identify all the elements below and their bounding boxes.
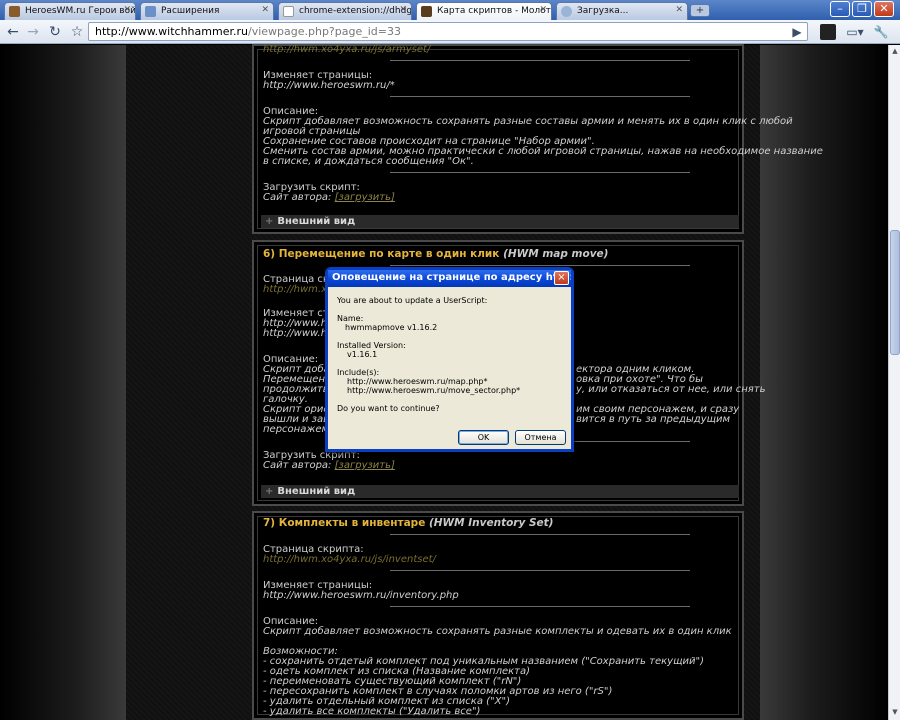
puzzle-icon bbox=[145, 6, 156, 17]
page-icon bbox=[283, 6, 294, 17]
name-value: hwmmapmove v1.16.2 bbox=[345, 323, 438, 332]
divider bbox=[390, 570, 690, 571]
divider bbox=[390, 265, 690, 266]
description-line: у, или отказаться от нее, или снять bbox=[576, 384, 766, 395]
go-arrow-icon[interactable]: ▶ bbox=[790, 23, 804, 41]
address-bar[interactable]: http://www.witchhammer.ru/viewpage.php?p… bbox=[88, 22, 808, 41]
tab-script-map[interactable]: Карта скриптов - Молот ... ✕ bbox=[416, 2, 552, 21]
heroeswm-favicon-icon bbox=[9, 6, 20, 17]
maximize-icon[interactable]: ❐ bbox=[852, 1, 872, 17]
new-tab-button[interactable]: + bbox=[690, 4, 710, 17]
modifies-url: http://www.heroeswm.ru/inventory.php bbox=[263, 590, 459, 601]
ok-button[interactable]: OK bbox=[458, 430, 509, 445]
expand-plus-icon: + bbox=[265, 486, 274, 497]
author-site-label: Сайт автора: bbox=[263, 460, 332, 471]
scroll-down-icon[interactable]: ▼ bbox=[890, 707, 900, 717]
appearance-toggle[interactable]: + Внешний вид bbox=[261, 215, 739, 228]
script-title: 7) Комплекты в инвентаре (HWM Inventory … bbox=[263, 517, 554, 529]
divider bbox=[390, 172, 690, 173]
appearance-toggle[interactable]: + Внешний вид bbox=[261, 485, 739, 498]
dialog-title: Оповещение на странице по адресу http://… bbox=[328, 270, 571, 287]
extension-icon[interactable] bbox=[820, 24, 836, 40]
minimize-icon[interactable]: – bbox=[830, 1, 850, 17]
dialog-question: Do you want to continue? bbox=[337, 404, 440, 413]
scroll-thumb[interactable] bbox=[890, 230, 900, 355]
script-page-link[interactable]: http://hwm.xo bbox=[263, 284, 333, 295]
tab-loading[interactable]: Загрузка... ✕ bbox=[556, 2, 688, 20]
feature-item: - удалить все комплекты ("Удалить все") bbox=[263, 706, 481, 717]
tab-heroeswm[interactable]: HeroesWM.ru Герои войн... ✕ bbox=[4, 2, 136, 20]
tab-close-icon[interactable]: ✕ bbox=[539, 5, 547, 15]
tab-chrome-extension[interactable]: chrome-extension://dhdgff... ✕ bbox=[278, 2, 412, 20]
reload-icon[interactable]: ↻ bbox=[46, 23, 64, 41]
armyset-link[interactable]: http://hwm.xo4yxa.ru/js/armyset/ bbox=[263, 44, 430, 55]
divider bbox=[390, 96, 690, 97]
browser-toolbar: ← → ↻ ☆ http://www.witchhammer.ru/viewpa… bbox=[0, 20, 900, 44]
divider bbox=[390, 606, 690, 607]
userscript-update-dialog: Оповещение на странице по адресу http://… bbox=[325, 267, 574, 452]
description-line: Скрипт добавляет возможность сохранять р… bbox=[263, 626, 732, 637]
description-line: вится в путь за предыдущим bbox=[576, 414, 731, 425]
tab-strip: HeroesWM.ru Герои войн... ✕ Расширения ✕… bbox=[0, 0, 900, 21]
vertical-scrollbar[interactable]: ▲ ▼ bbox=[888, 45, 900, 720]
page-menu-icon[interactable]: ▭▾ bbox=[846, 23, 864, 41]
hammer-favicon-icon bbox=[421, 6, 432, 17]
forward-arrow-icon[interactable]: → bbox=[24, 23, 42, 41]
left-gradient bbox=[0, 45, 126, 720]
bookmark-star-icon[interactable]: ☆ bbox=[68, 23, 86, 41]
scroll-up-icon[interactable]: ▲ bbox=[890, 46, 900, 56]
tab-close-icon[interactable]: ✕ bbox=[123, 5, 131, 15]
tab-close-icon[interactable]: ✕ bbox=[261, 5, 269, 15]
script-page-link[interactable]: http://hwm.xo4yxa.ru/js/inventset/ bbox=[263, 554, 436, 565]
divider bbox=[390, 60, 690, 61]
tab-close-icon[interactable]: ✕ bbox=[399, 5, 407, 15]
back-arrow-icon[interactable]: ← bbox=[4, 23, 22, 41]
dialog-intro: You are about to update a UserScript: bbox=[337, 296, 488, 305]
tab-extensions[interactable]: Расширения ✕ bbox=[140, 2, 274, 20]
download-link[interactable]: [загрузить] bbox=[335, 460, 395, 471]
dialog-close-icon[interactable]: × bbox=[554, 271, 569, 285]
cancel-button[interactable]: Отмена bbox=[515, 430, 566, 445]
installed-value: v1.16.1 bbox=[347, 350, 378, 359]
include-url: http://www.heroeswm.ru/move_sector.php* bbox=[347, 386, 521, 395]
dialog-body: You are about to update a UserScript: Na… bbox=[328, 287, 571, 449]
divider bbox=[390, 534, 690, 535]
description-line: в списке, и дождаться сообщения "Ок". bbox=[263, 156, 474, 167]
script-title: 6) Перемещение по карте в один клик (HWM… bbox=[263, 248, 609, 260]
name-label: Name: bbox=[337, 314, 364, 323]
include-url: http://www.heroeswm.ru/map.php* bbox=[347, 377, 488, 386]
modifies-url: http://www.heroeswm.ru/* bbox=[263, 80, 395, 91]
loading-spinner-icon bbox=[561, 6, 572, 17]
download-link[interactable]: [загрузить] bbox=[335, 192, 395, 203]
window-close-icon[interactable]: ✕ bbox=[874, 1, 894, 17]
description-line: персонажем. bbox=[263, 424, 333, 435]
includes-label: Include(s): bbox=[337, 368, 380, 377]
expand-plus-icon: + bbox=[265, 216, 274, 227]
tab-close-icon[interactable]: ✕ bbox=[675, 5, 683, 15]
author-site-label: Сайт автора: bbox=[263, 192, 332, 203]
wrench-menu-icon[interactable]: 🔧 bbox=[872, 23, 890, 41]
installed-label: Installed Version: bbox=[337, 341, 406, 350]
modifies-url: http://www.he bbox=[263, 328, 334, 339]
